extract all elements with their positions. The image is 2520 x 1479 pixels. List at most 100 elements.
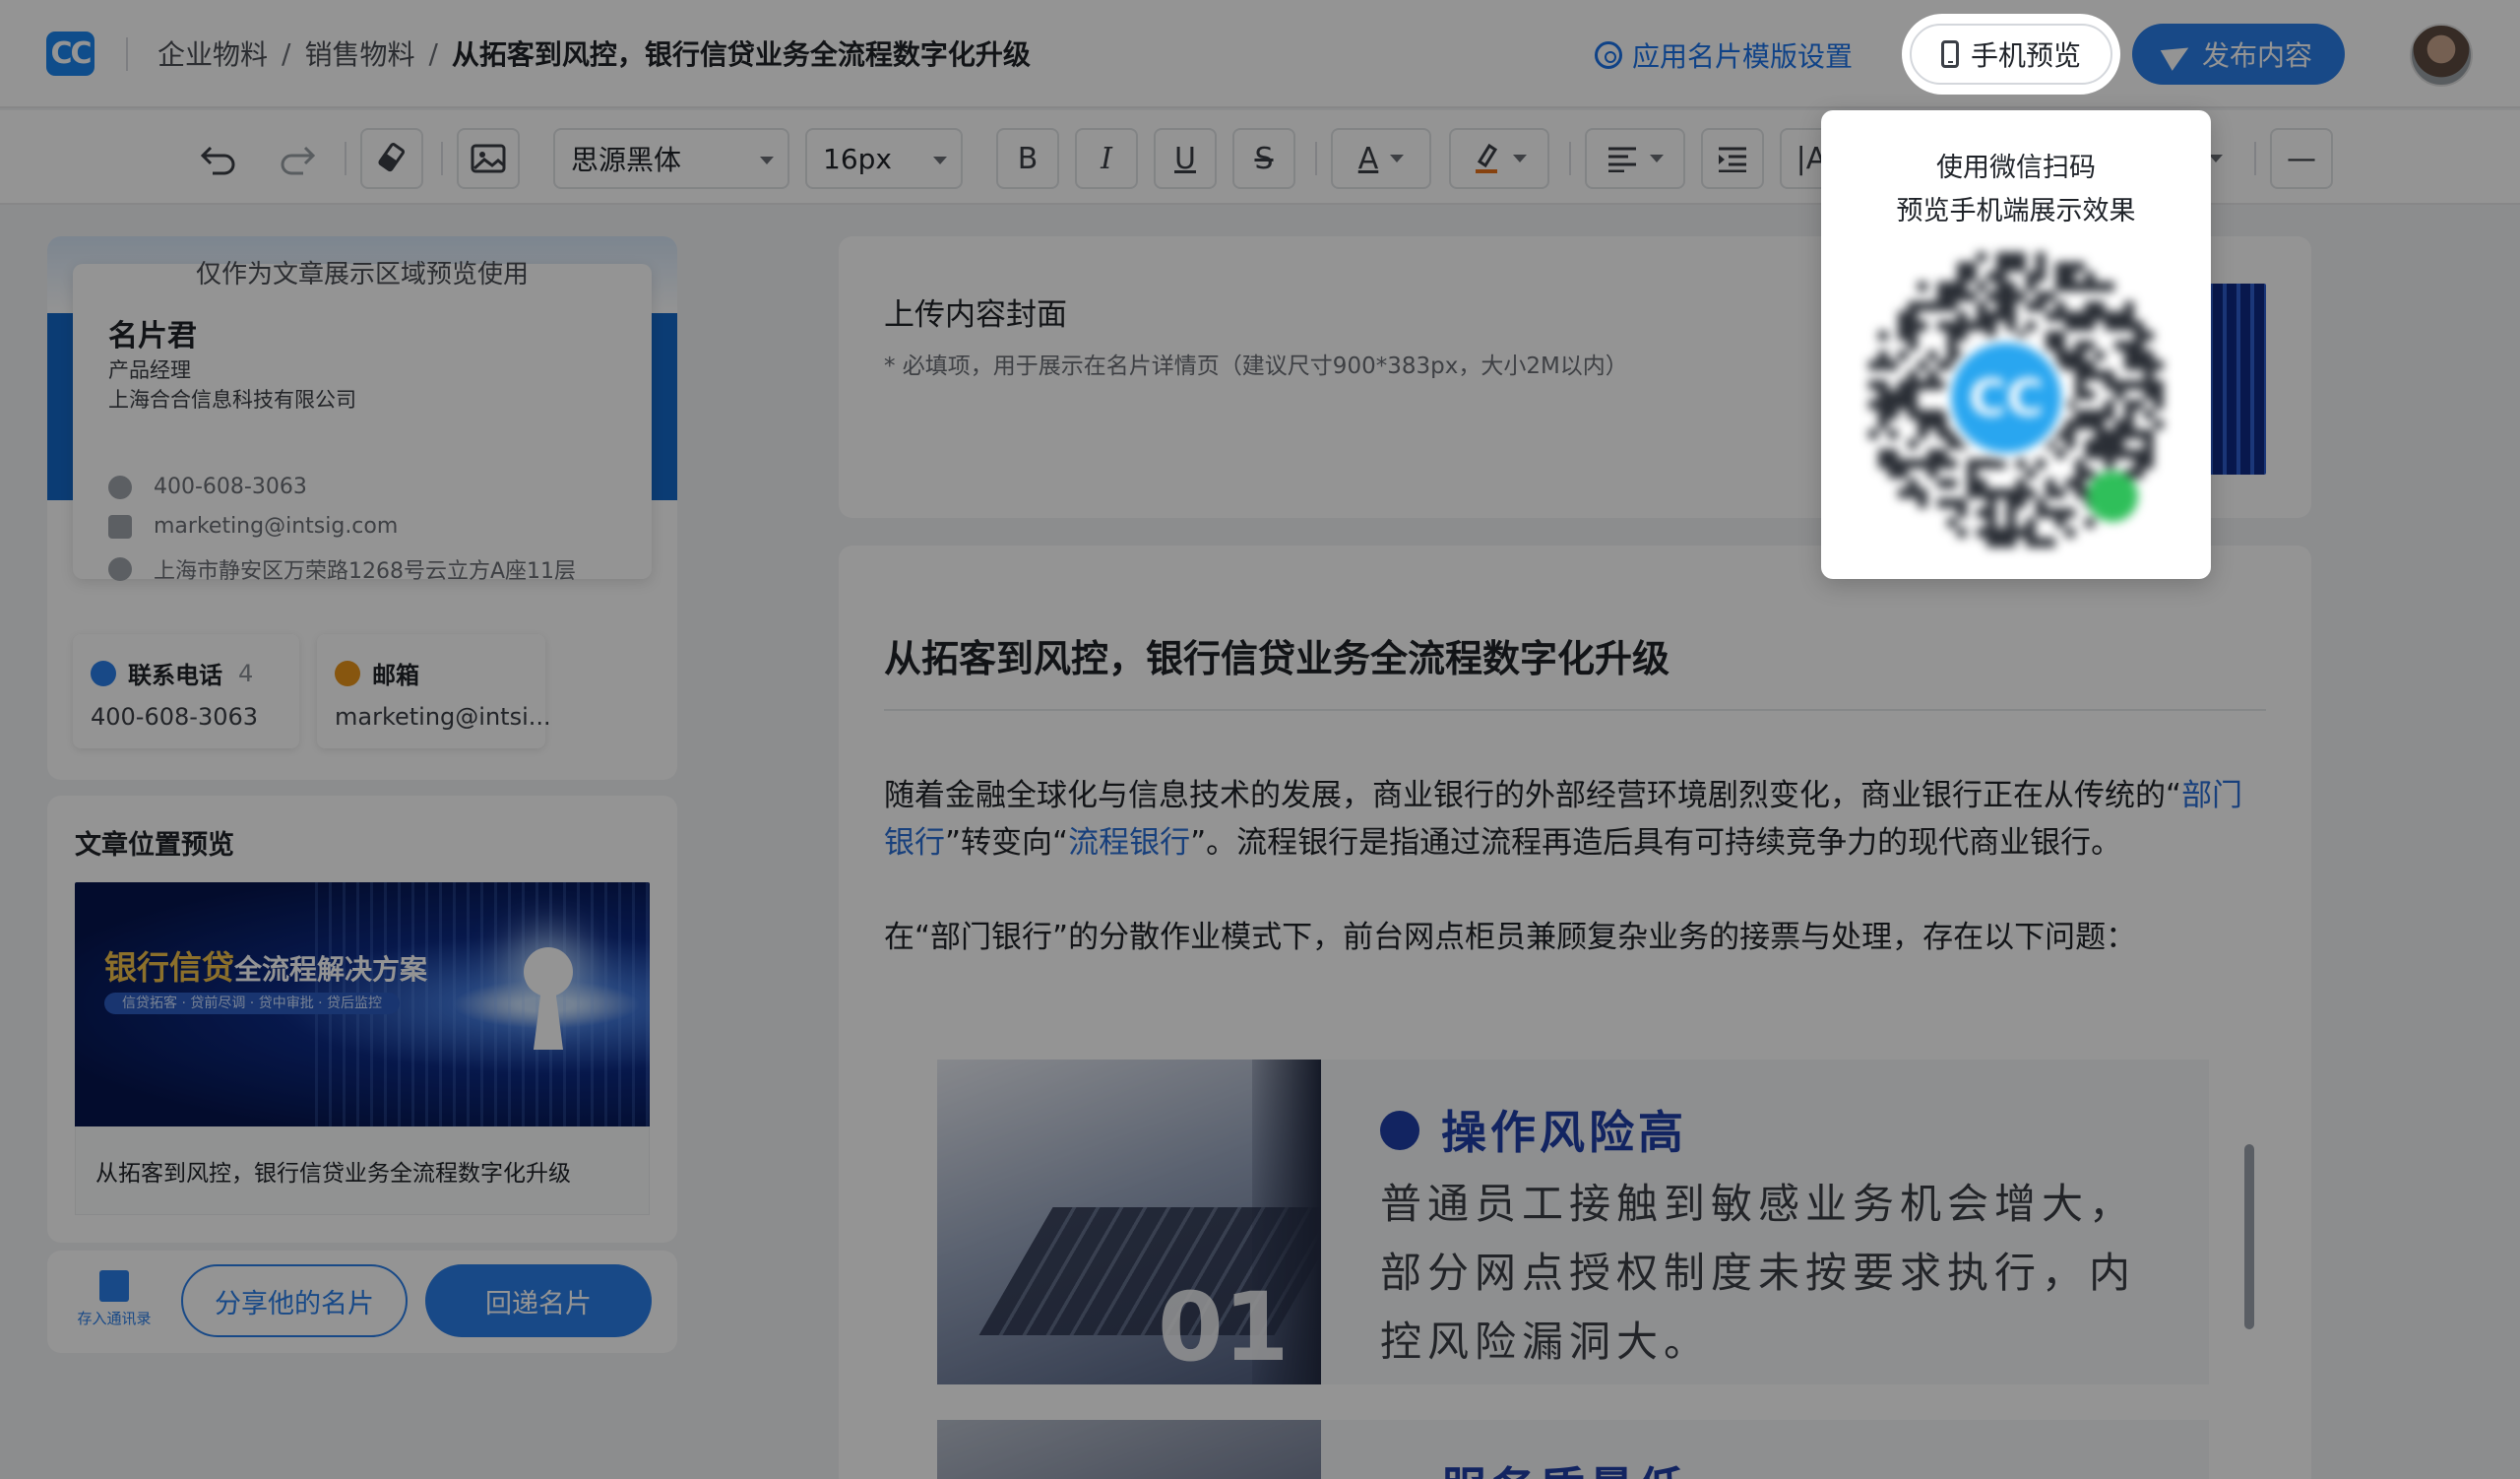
qr-module <box>2124 301 2134 311</box>
qr-module <box>1918 282 1927 291</box>
qr-module <box>2134 360 2144 370</box>
phone-icon <box>1940 40 1959 68</box>
qr-module <box>2075 459 2085 469</box>
qr-module <box>2144 410 2154 419</box>
qr-module <box>2006 488 2016 498</box>
qr-module <box>2026 538 2036 547</box>
qr-module <box>2026 518 2036 528</box>
qr-module <box>1937 429 1947 439</box>
qr-module <box>1908 380 1918 390</box>
qr-module <box>2036 498 2046 508</box>
qr-module <box>1888 459 1898 469</box>
qr-module <box>2046 341 2055 351</box>
qr-module <box>2095 351 2105 360</box>
qr-module <box>1986 459 1996 469</box>
qr-module <box>1898 311 1908 321</box>
qr-module <box>2085 272 2095 282</box>
qr-module <box>1908 390 1918 400</box>
qr-module <box>1996 272 2006 282</box>
qr-module <box>1986 518 1996 528</box>
qr-module <box>1996 301 2006 311</box>
qr-module <box>1898 469 1908 479</box>
qr-module <box>1957 498 1967 508</box>
qr-module <box>1957 291 1967 301</box>
qr-module <box>1947 459 1957 469</box>
qr-module <box>1977 528 1986 538</box>
qr-module <box>1937 479 1947 488</box>
qr-module <box>2036 459 2046 469</box>
qr-module <box>2114 429 2124 439</box>
qr-module <box>2006 311 2016 321</box>
qr-module <box>1996 538 2006 547</box>
qr-module <box>2095 282 2105 291</box>
qr-module <box>2085 321 2095 331</box>
qr-module <box>2095 439 2105 449</box>
qr-module <box>1908 331 1918 341</box>
qr-module <box>2026 488 2036 498</box>
qr-module <box>2046 311 2055 321</box>
qr-module <box>1947 479 1957 488</box>
qr-module <box>2134 341 2144 351</box>
qr-module <box>2055 449 2065 459</box>
qr-module <box>2124 410 2134 419</box>
qr-module <box>1927 410 1937 419</box>
qr-module <box>1986 498 1996 508</box>
qr-module <box>1986 528 1996 538</box>
qr-module <box>2006 498 2016 508</box>
qr-module <box>2105 439 2114 449</box>
qr-module <box>2016 488 2026 498</box>
qr-module <box>2055 518 2065 528</box>
qr-module <box>2075 479 2085 488</box>
qr-module <box>2006 508 2016 518</box>
scrollbar-thumb[interactable] <box>2244 1144 2254 1329</box>
qr-module <box>1878 331 1888 341</box>
qr-module <box>2114 439 2124 449</box>
qr-module <box>1868 380 1878 390</box>
qr-module <box>1986 321 1996 331</box>
qr-module <box>2006 291 2016 301</box>
qr-module <box>2085 390 2095 400</box>
qr-module <box>2016 528 2026 538</box>
qr-module <box>2134 429 2144 439</box>
qr-module <box>2046 331 2055 341</box>
qr-module <box>2134 449 2144 459</box>
qr-module <box>2144 351 2154 360</box>
qr-module <box>2055 488 2065 498</box>
qr-logo: CC <box>1969 369 2044 428</box>
qr-module <box>2065 262 2075 272</box>
qr-module <box>1937 282 1947 291</box>
popover-line-2: 预览手机端展示效果 <box>1896 196 2136 226</box>
qr-module <box>2105 321 2114 331</box>
qr-module <box>2065 351 2075 360</box>
qr-module <box>2055 341 2065 351</box>
mobile-preview-button[interactable]: 手机预览 <box>1910 24 2112 85</box>
qr-module <box>2036 301 2046 311</box>
qr-module <box>1967 262 1977 272</box>
qr-module <box>1967 459 1977 469</box>
qr-module <box>2065 508 2075 518</box>
qr-module <box>1947 301 1957 311</box>
qr-module <box>2016 479 2026 488</box>
qr-module <box>2154 360 2164 370</box>
qr-module <box>1868 360 1878 370</box>
qr-module <box>1878 419 1888 429</box>
qr-module <box>2006 262 2016 272</box>
popover-line-1: 使用微信扫码 <box>1936 153 2096 183</box>
qr-module <box>2085 419 2095 429</box>
qr-module <box>1918 380 1927 390</box>
qr-module <box>2124 341 2134 351</box>
qr-module <box>2134 380 2144 390</box>
qr-module <box>2055 508 2065 518</box>
qr-module <box>1986 508 1996 518</box>
qr-module <box>2124 429 2134 439</box>
qr-module <box>2134 459 2144 469</box>
qr-module <box>1957 272 1967 282</box>
qr-module <box>1898 351 1908 360</box>
qr-module <box>1996 262 2006 272</box>
qr-module <box>2105 410 2114 419</box>
qr-module <box>2105 311 2114 321</box>
qr-module <box>2085 341 2095 351</box>
qr-module <box>2016 262 2026 272</box>
qr-module <box>2105 429 2114 439</box>
qr-module <box>2055 301 2065 311</box>
